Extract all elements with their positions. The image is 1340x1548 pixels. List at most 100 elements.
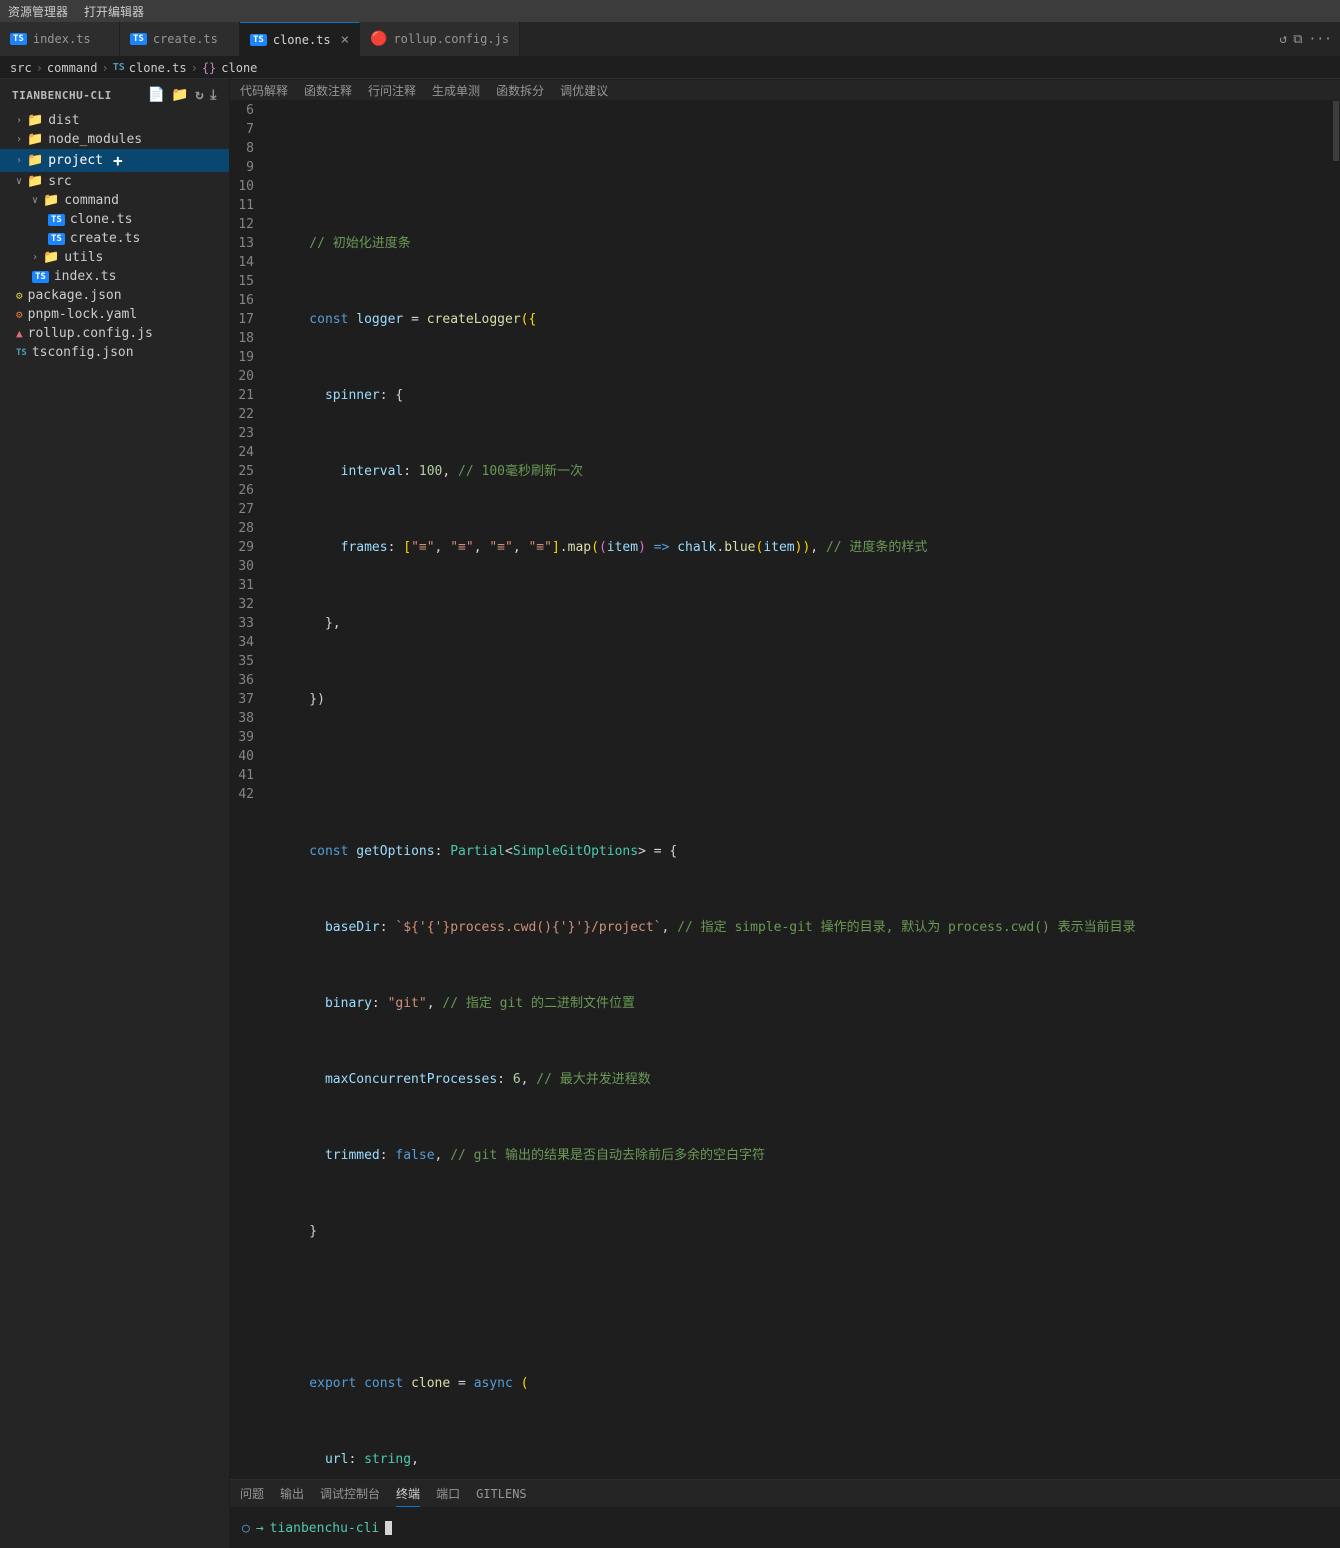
ctx-split[interactable]: 函数拆分 bbox=[496, 82, 544, 99]
more-actions-icon[interactable]: ··· bbox=[1309, 32, 1332, 47]
close-icon-clone[interactable]: × bbox=[341, 33, 349, 47]
sep2: › bbox=[102, 61, 109, 75]
title-label: 资源管理器 bbox=[8, 3, 68, 20]
sidebar-item-index-ts[interactable]: TS index.ts bbox=[0, 267, 229, 286]
terminal-tab-ports[interactable]: 端口 bbox=[436, 1481, 460, 1506]
chevron-src: ∨ bbox=[16, 176, 22, 187]
ctx-inline[interactable]: 行问注释 bbox=[368, 82, 416, 99]
sidebar: TIANBENCHU-CLI 📄 📁 ↻ ⤓ › 📁 dist › 📁 node… bbox=[0, 79, 230, 1548]
chevron-project: › bbox=[16, 155, 22, 166]
sidebar-item-rollup-config[interactable]: ▲ rollup.config.js bbox=[0, 324, 229, 343]
terminal-prompt-circle: ○ bbox=[242, 1521, 250, 1536]
sidebar-item-clone-ts[interactable]: TS clone.ts bbox=[0, 210, 229, 229]
code-line-11: frames: ["≡", "≡", "≡", "≡"].map((item) … bbox=[278, 538, 1332, 557]
sidebar-item-utils[interactable]: › 📁 utils bbox=[0, 248, 229, 267]
ctx-comment[interactable]: 函数注释 bbox=[304, 82, 352, 99]
terminal-tab-problems[interactable]: 问题 bbox=[240, 1481, 264, 1506]
chevron-utils: › bbox=[32, 252, 38, 263]
ts-icon-tsconfig: TS bbox=[16, 348, 27, 358]
tab-clone[interactable]: TS clone.ts × bbox=[240, 22, 360, 56]
json-icon-package: ⚙ bbox=[16, 289, 23, 302]
new-file-icon[interactable]: 📄 bbox=[147, 87, 165, 103]
code-line-23: url: string, bbox=[278, 1450, 1332, 1469]
sidebar-label-utils: utils bbox=[64, 250, 103, 265]
sidebar-label-index-ts: index.ts bbox=[54, 269, 117, 284]
sidebar-item-pnpm-lock[interactable]: ⚙ pnpm-lock.yaml bbox=[0, 305, 229, 324]
terminal-tab-output[interactable]: 输出 bbox=[280, 1481, 304, 1506]
new-folder-icon[interactable]: 📁 bbox=[171, 87, 189, 103]
crumb-icon-fn: {} bbox=[202, 61, 216, 75]
ts-icon-clone: TS bbox=[250, 34, 267, 46]
tab-label-create: create.ts bbox=[153, 32, 218, 46]
breadcrumb-file[interactable]: clone.ts bbox=[129, 61, 187, 75]
code-line-21 bbox=[278, 1298, 1332, 1317]
editor-open-label: 打开编辑器 bbox=[84, 3, 144, 20]
tab-create[interactable]: TS create.ts bbox=[120, 22, 240, 56]
ts-icon-create: TS bbox=[130, 33, 147, 45]
sidebar-item-command[interactable]: ∨ 📁 command bbox=[0, 191, 229, 210]
code-content: // 初始化进度条 const logger = createLogger({ … bbox=[270, 101, 1332, 1479]
ts-icon-clone-sidebar: TS bbox=[48, 214, 65, 226]
breadcrumb-command[interactable]: command bbox=[47, 61, 98, 75]
ctx-decode[interactable]: 代码解释 bbox=[240, 82, 288, 99]
sidebar-item-create-ts[interactable]: TS create.ts bbox=[0, 229, 229, 248]
code-line-20: } bbox=[278, 1222, 1332, 1241]
sep1: › bbox=[36, 61, 43, 75]
folder-icon-src: 📁 bbox=[27, 174, 43, 189]
sidebar-item-project[interactable]: › 📁 project + bbox=[0, 149, 229, 172]
folder-icon-utils: 📁 bbox=[43, 250, 59, 265]
ts-icon-index-sidebar: TS bbox=[32, 271, 49, 283]
breadcrumb-fn[interactable]: clone bbox=[221, 61, 257, 75]
code-line-14 bbox=[278, 766, 1332, 785]
sidebar-label-node-modules: node_modules bbox=[48, 132, 142, 147]
breadcrumb-src[interactable]: src bbox=[10, 61, 32, 75]
terminal-cursor-block bbox=[385, 1521, 392, 1535]
editor-area: 代码解释 函数注释 行问注释 生成单测 函数拆分 调优建议 6 7 8 9 10… bbox=[230, 79, 1340, 1548]
terminal-arrow: → bbox=[256, 1521, 264, 1536]
ts-icon-bc: TS bbox=[113, 62, 125, 73]
sidebar-label-command: command bbox=[64, 193, 119, 208]
terminal-tabs: 问题 输出 调试控制台 终端 端口 GITLENS bbox=[230, 1480, 1340, 1508]
tab-rollup[interactable]: 🔴 rollup.config.js bbox=[360, 22, 520, 56]
chevron-command: ∨ bbox=[32, 195, 38, 206]
split-editor-icon[interactable]: ⧉ bbox=[1293, 32, 1302, 47]
tab-bar: TS index.ts TS create.ts TS clone.ts × 🔴… bbox=[0, 22, 1340, 57]
terminal-path: tianbenchu-cli bbox=[270, 1521, 380, 1536]
history-icon[interactable]: ↺ bbox=[1279, 32, 1287, 47]
code-line-9: spinner: { bbox=[278, 386, 1332, 405]
sidebar-item-src[interactable]: ∨ 📁 src bbox=[0, 172, 229, 191]
terminal-tab-gitlens[interactable]: GITLENS bbox=[476, 1483, 527, 1505]
folder-icon-dist: 📁 bbox=[27, 113, 43, 128]
sidebar-label-clone-ts: clone.ts bbox=[70, 212, 133, 227]
ctx-optimize[interactable]: 调优建议 bbox=[560, 82, 608, 99]
chevron-dist: › bbox=[16, 115, 22, 126]
code-line-22: export const clone = async ( bbox=[278, 1374, 1332, 1393]
rollup-icon: 🔴 bbox=[370, 31, 387, 47]
ctx-test[interactable]: 生成单测 bbox=[432, 82, 480, 99]
tab-bar-actions: ↺ ⧉ ··· bbox=[1271, 22, 1340, 56]
refresh-icon[interactable]: ↻ bbox=[195, 87, 204, 103]
sidebar-item-package-json[interactable]: ⚙ package.json bbox=[0, 286, 229, 305]
sidebar-header: TIANBENCHU-CLI 📄 📁 ↻ ⤓ bbox=[0, 79, 229, 111]
tab-index[interactable]: TS index.ts bbox=[0, 22, 120, 56]
sidebar-item-node-modules[interactable]: › 📁 node_modules bbox=[0, 130, 229, 149]
sidebar-item-tsconfig[interactable]: TS tsconfig.json bbox=[0, 343, 229, 362]
sep3: › bbox=[191, 61, 198, 75]
title-bar: 资源管理器 打开编辑器 bbox=[0, 0, 1340, 22]
yaml-icon: ⚙ bbox=[16, 308, 23, 321]
rollup-icon-sidebar: ▲ bbox=[16, 327, 23, 340]
code-line-7: // 初始化进度条 bbox=[278, 234, 1332, 253]
plus-cursor-icon: + bbox=[113, 151, 123, 170]
folder-icon-node-modules: 📁 bbox=[27, 132, 43, 147]
terminal-tab-debug[interactable]: 调试控制台 bbox=[320, 1481, 380, 1506]
sidebar-header-actions: 📄 📁 ↻ ⤓ bbox=[147, 87, 217, 103]
collapse-all-icon[interactable]: ⤓ bbox=[210, 87, 217, 103]
code-line-18: maxConcurrentProcesses: 6, // 最大并发进程数 bbox=[278, 1070, 1332, 1089]
code-line-8: const logger = createLogger({ bbox=[278, 310, 1332, 329]
terminal-tab-terminal[interactable]: 终端 bbox=[396, 1481, 420, 1507]
breadcrumb: src › command › TS clone.ts › {} clone bbox=[0, 57, 1340, 79]
terminal-content: ○ → tianbenchu-cli bbox=[230, 1508, 1340, 1548]
sidebar-label-src: src bbox=[48, 174, 71, 189]
sidebar-item-dist[interactable]: › 📁 dist bbox=[0, 111, 229, 130]
code-line-12: }, bbox=[278, 614, 1332, 633]
